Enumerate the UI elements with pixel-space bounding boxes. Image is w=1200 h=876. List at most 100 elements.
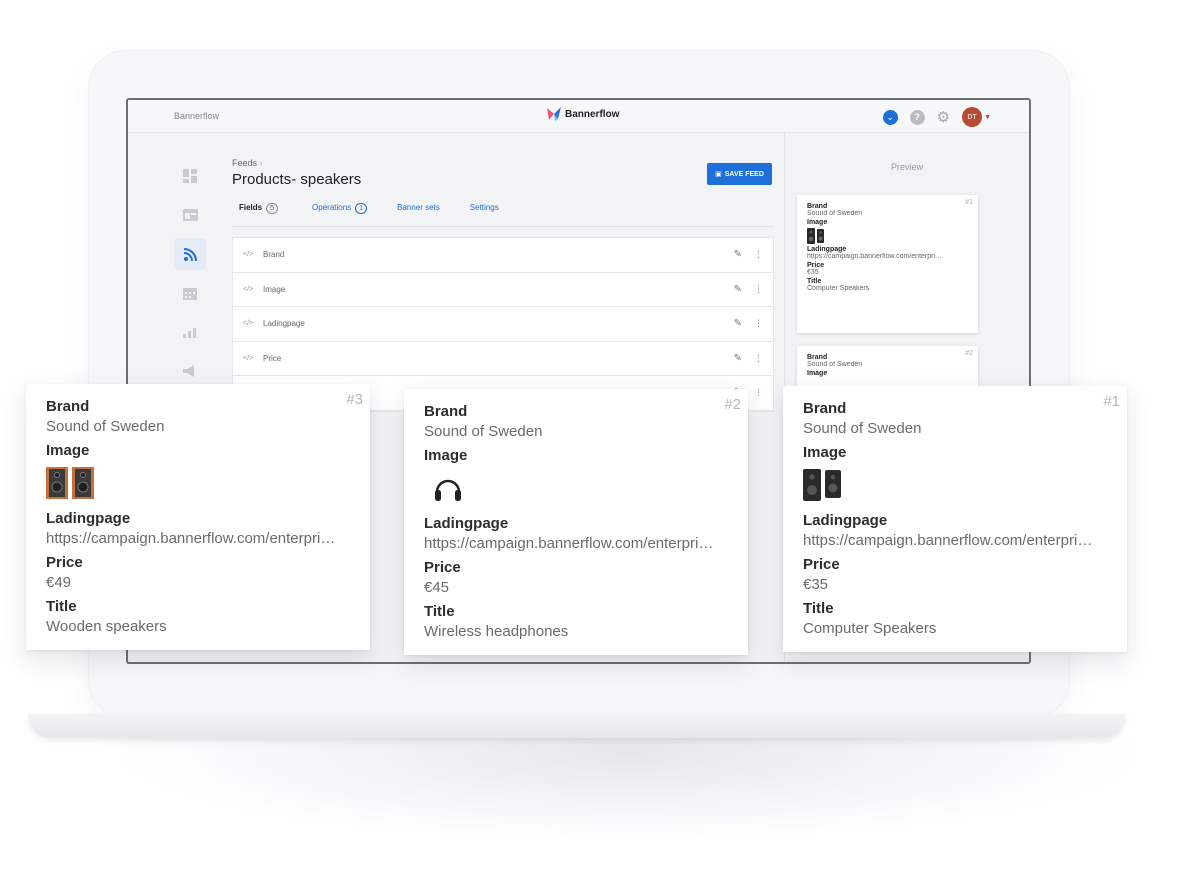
image-label: Image	[807, 219, 828, 226]
price-value: €49	[46, 574, 72, 591]
layout-icon[interactable]	[174, 199, 206, 231]
code-icon: </>	[243, 320, 254, 328]
brand-value: Sound of Sweden	[803, 420, 922, 437]
preview-card-number: #2	[965, 350, 973, 357]
pencil-icon[interactable]: ✎	[734, 249, 742, 260]
code-icon: </>	[243, 251, 254, 259]
computer-speakers-icon	[807, 228, 968, 244]
code-icon: </>	[243, 354, 254, 362]
breadcrumb: Feeds ›	[232, 158, 774, 168]
landing-label: Ladingpage	[424, 515, 509, 532]
landing-label: Ladingpage	[803, 512, 888, 529]
help-icon[interactable]: ?	[909, 109, 925, 125]
caret-down-icon[interactable]: ▼	[984, 114, 991, 121]
analytics-icon[interactable]	[174, 316, 206, 348]
dashboard-icon[interactable]	[174, 160, 206, 192]
butterfly-logo-icon	[547, 107, 561, 121]
app-title: Bannerflow	[174, 111, 220, 121]
field-row-price[interactable]: </> Price ✎ ⋮	[233, 342, 773, 376]
tab-banner-sets[interactable]: Banner sets	[397, 203, 440, 226]
tab-operations-label: Operations	[312, 203, 352, 212]
price-value: €35	[807, 269, 819, 276]
save-feed-button[interactable]: ▣ SAVE FEED	[707, 163, 772, 185]
card-number: #1	[1103, 393, 1120, 410]
feed-editor: Feeds › Products- speakers ▣ SAVE FEED F…	[232, 158, 774, 412]
headphones-icon	[424, 468, 728, 508]
notification-chevron-icon[interactable]: ⌄	[882, 109, 898, 125]
title-label: Title	[803, 600, 834, 617]
bannerflow-logo[interactable]: Bannerflow	[546, 106, 619, 122]
more-options-icon[interactable]: ⋮	[754, 284, 763, 295]
logo-text: Bannerflow	[565, 108, 620, 120]
brand-label: Brand	[807, 203, 828, 210]
title-label: Title	[807, 278, 822, 285]
pencil-icon[interactable]: ✎	[734, 353, 742, 364]
brand-label: Brand	[424, 403, 468, 420]
preview-card-number: #1	[965, 199, 973, 206]
title-value: Computer Speakers	[803, 620, 937, 637]
breadcrumb-separator-icon: ›	[259, 158, 263, 168]
brand-value: Sound of Sweden	[807, 361, 863, 368]
product-card-3[interactable]: #3 Brand Sound of Sweden Image Ladingpag…	[26, 384, 370, 650]
product-card-2[interactable]: #2 Brand Sound of Sweden Image Ladingpag…	[404, 389, 748, 655]
landing-value[interactable]: https://campaign.bannerflow.com/enterpri…	[46, 529, 350, 549]
price-value: €35	[803, 576, 829, 593]
preview-card-1[interactable]: #1 Brand Sound of Sweden Image Ladingpag…	[797, 195, 978, 333]
breadcrumb-feeds[interactable]: Feeds	[232, 158, 257, 168]
title-value: Wireless headphones	[424, 623, 569, 640]
field-row-ladingpage[interactable]: </> Ladingpage ✎ ⋮	[233, 307, 773, 342]
megaphone-icon[interactable]	[174, 355, 206, 387]
price-label: Price	[807, 262, 825, 269]
brand-value: Sound of Sweden	[807, 210, 863, 217]
tab-fields[interactable]: Fields 5	[239, 203, 279, 226]
price-label: Price	[424, 559, 461, 576]
field-row-image[interactable]: </> Image ✎ ⋮	[233, 273, 773, 307]
more-options-icon[interactable]: ⋮	[754, 353, 763, 364]
brand-label: Brand	[807, 354, 828, 361]
top-bar: Bannerflow Bannerflow ⌄ ? ⚙ DT ▼	[128, 100, 1029, 133]
gear-icon[interactable]: ⚙	[937, 110, 950, 125]
pencil-icon[interactable]: ✎	[734, 284, 742, 295]
preview-label: Preview	[890, 162, 923, 172]
more-options-icon[interactable]: ⋮	[754, 249, 763, 260]
avatar[interactable]: DT	[962, 107, 983, 127]
image-label: Image	[424, 447, 468, 464]
tab-settings[interactable]: Settings	[470, 203, 499, 226]
tab-bar: Fields 5 Operations 1 Banner sets Settin…	[232, 203, 774, 227]
landing-label: Ladingpage	[807, 246, 847, 253]
title-label: Title	[46, 598, 77, 615]
tab-operations-count: 1	[355, 203, 368, 214]
card-number: #2	[724, 396, 741, 413]
code-icon: </>	[243, 285, 254, 293]
brand-value: Sound of Sweden	[424, 423, 543, 440]
price-value: €45	[424, 579, 450, 596]
landing-value[interactable]: https://campaign.bannerflow.com/enterpri…	[803, 531, 1107, 551]
title-label: Title	[424, 603, 455, 620]
tab-operations[interactable]: Operations 1	[312, 203, 368, 226]
field-label: Price	[263, 353, 282, 363]
calendar-icon[interactable]	[174, 277, 206, 309]
price-label: Price	[803, 556, 840, 573]
landing-label: Ladingpage	[46, 510, 131, 527]
laptop-base	[28, 714, 1126, 738]
rss-feed-icon[interactable]	[174, 238, 206, 270]
field-label: Image	[263, 284, 286, 294]
title-value: Computer Speakers	[807, 285, 870, 292]
image-label: Image	[803, 444, 847, 461]
computer-speakers-icon	[803, 465, 1107, 505]
field-row-brand[interactable]: </> Brand ✎ ⋮	[233, 238, 773, 273]
image-label: Image	[807, 370, 828, 377]
wooden-speakers-icon	[46, 463, 350, 503]
sidebar	[174, 160, 208, 394]
landing-value: https://campaign.bannerflow.com/enterpri…	[807, 253, 943, 260]
landing-value[interactable]: https://campaign.bannerflow.com/enterpri…	[424, 534, 728, 554]
tab-fields-label: Fields	[239, 203, 263, 212]
more-options-icon[interactable]: ⋮	[754, 387, 763, 398]
tab-fields-count: 5	[266, 203, 279, 214]
tab-settings-label: Settings	[469, 203, 499, 212]
image-label: Image	[46, 442, 90, 459]
pencil-icon[interactable]: ✎	[734, 318, 742, 329]
product-card-1[interactable]: #1 Brand Sound of Sweden Image Ladingpag…	[783, 386, 1127, 652]
page-title: Products- speakers	[232, 171, 362, 188]
more-options-icon[interactable]: ⋮	[754, 318, 763, 329]
